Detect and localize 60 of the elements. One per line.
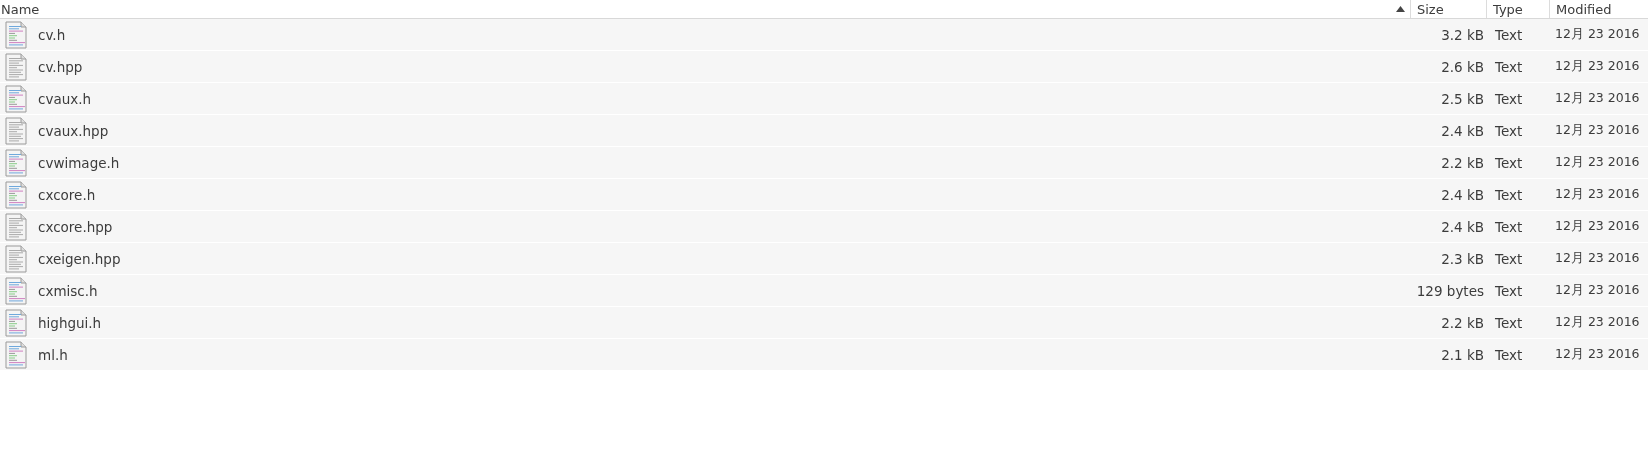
file-name: ml.h [38,346,68,363]
file-size: 2.6 kB [1440,58,1485,75]
file-size: 3.2 kB [1440,26,1485,43]
file-type: Text [1494,26,1524,43]
file-row[interactable]: highgui.h 2.2 kB Text 12月 23 2016 [0,307,1648,339]
file-size: 2.4 kB [1440,186,1485,203]
file-name: cxmisc.h [38,282,98,299]
file-row[interactable]: ml.h 2.1 kB Text 12月 23 2016 [0,339,1648,371]
file-size: 2.1 kB [1440,346,1485,363]
file-row[interactable]: cvaux.h 2.5 kB Text 12月 23 2016 [0,83,1648,115]
file-type: Text [1494,122,1524,139]
file-type: Text [1494,58,1524,75]
file-size: 2.2 kB [1440,314,1485,331]
file-modified: 12月 23 2016 [1554,90,1641,107]
file-modified: 12月 23 2016 [1554,26,1641,43]
file-size: 2.5 kB [1440,90,1485,107]
file-size: 2.2 kB [1440,154,1485,171]
file-name: highgui.h [38,314,102,331]
file-row[interactable]: cv.h 3.2 kB Text 12月 23 2016 [0,19,1648,51]
file-type: Text [1494,282,1524,299]
file-name: cv.h [38,26,66,43]
file-row[interactable]: cvwimage.h 2.2 kB Text 12月 23 2016 [0,147,1648,179]
file-type: Text [1494,218,1524,235]
file-name: cv.hpp [38,58,83,75]
file-size: 129 bytes [1415,282,1485,299]
file-modified: 12月 23 2016 [1554,218,1641,235]
file-name: cvaux.hpp [38,122,109,139]
file-type: Text [1494,250,1524,267]
file-name: cxcore.hpp [38,218,113,235]
file-modified: 12月 23 2016 [1554,314,1641,331]
file-modified: 12月 23 2016 [1554,346,1641,363]
file-row[interactable]: cxeigen.hpp 2.3 kB Text 12月 23 2016 [0,243,1648,275]
file-modified: 12月 23 2016 [1554,122,1641,139]
file-modified: 12月 23 2016 [1554,282,1641,299]
file-name: cxeigen.hpp [38,250,121,267]
file-name: cvwimage.h [38,154,120,171]
file-row[interactable]: cxcore.hpp 2.4 kB Text 12月 23 2016 [0,211,1648,243]
column-header[interactable]: Size [1410,0,1486,18]
file-row[interactable]: cv.hpp 2.6 kB Text 12月 23 2016 [0,51,1648,83]
column-header[interactable]: Name [0,0,1410,18]
file-row[interactable]: cxmisc.h 129 bytes Text 12月 23 2016 [0,275,1648,307]
file-row[interactable]: cvaux.hpp 2.4 kB Text 12月 23 2016 [0,115,1648,147]
file-type: Text [1494,186,1524,203]
file-modified: 12月 23 2016 [1554,58,1641,75]
file-size: 2.3 kB [1440,250,1485,267]
file-type: Text [1494,154,1524,171]
file-type: Text [1494,314,1524,331]
file-type: Text [1494,90,1524,107]
sort-arrow-icon [1396,6,1405,12]
file-size: 2.4 kB [1440,218,1485,235]
file-name: cxcore.h [38,186,96,203]
file-modified: 12月 23 2016 [1554,250,1641,267]
file-row[interactable]: cxcore.h 2.4 kB Text 12月 23 2016 [0,179,1648,211]
file-modified: 12月 23 2016 [1554,186,1641,203]
file-type: Text [1494,346,1524,363]
column-header[interactable]: Type [1486,0,1549,18]
file-size: 2.4 kB [1440,122,1485,139]
file-name: cvaux.h [38,90,92,107]
file-modified: 12月 23 2016 [1554,154,1641,171]
column-header[interactable]: Modified [1549,0,1648,18]
